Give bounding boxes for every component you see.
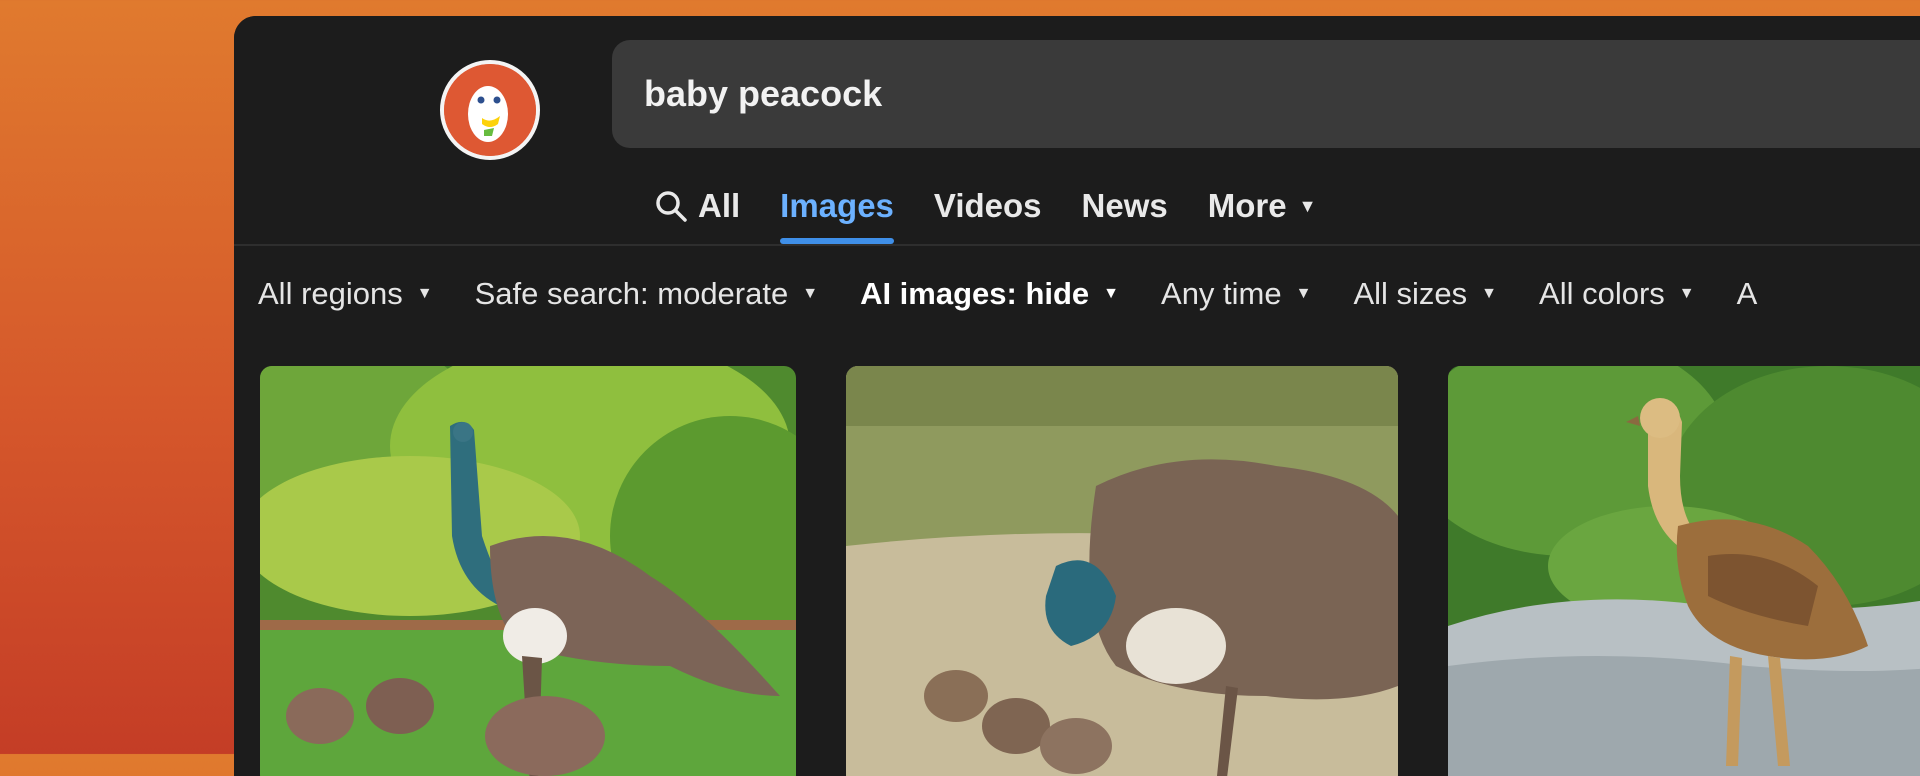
filter-label: Safe search: moderate xyxy=(474,276,789,311)
filter-label: All regions xyxy=(258,276,403,311)
filter-label: AI images: hide xyxy=(860,276,1090,311)
filter-bar: All regions ▼ Safe search: moderate ▼ AI… xyxy=(258,276,1799,312)
filter-region[interactable]: All regions ▼ xyxy=(258,276,433,312)
filter-safe-search[interactable]: Safe search: moderate ▼ xyxy=(475,276,818,312)
tab-all[interactable]: All xyxy=(642,178,760,234)
search-input[interactable] xyxy=(644,64,1920,124)
tab-news[interactable]: News xyxy=(1062,178,1188,234)
caret-down-icon: ▼ xyxy=(1678,285,1695,302)
filter-color[interactable]: All colors ▼ xyxy=(1539,276,1695,312)
caret-down-icon: ▼ xyxy=(1298,195,1317,216)
filter-label: Any time xyxy=(1161,276,1282,311)
tab-label: News xyxy=(1081,187,1168,224)
image-result-3[interactable] xyxy=(1448,366,1920,776)
tab-videos[interactable]: Videos xyxy=(914,178,1062,234)
header: All Images Videos News More ▼ xyxy=(234,16,1920,246)
caret-down-icon: ▼ xyxy=(802,285,819,302)
duckduckgo-logo[interactable] xyxy=(440,60,540,160)
search-bar[interactable] xyxy=(612,40,1920,148)
peacock-chick-image xyxy=(1448,366,1920,776)
tab-label: Videos xyxy=(933,187,1042,224)
filter-size[interactable]: All sizes ▼ xyxy=(1353,276,1497,312)
caret-down-icon: ▼ xyxy=(1481,285,1498,302)
filter-label: All sizes xyxy=(1353,276,1468,311)
peahen-with-chicks-image xyxy=(260,366,796,776)
tab-label: All xyxy=(698,187,741,224)
filter-more[interactable]: A xyxy=(1737,276,1758,312)
caret-down-icon: ▼ xyxy=(416,285,433,302)
search-tabs: All Images Videos News More ▼ xyxy=(642,178,1336,244)
image-result-1[interactable] xyxy=(260,366,796,776)
caret-down-icon: ▼ xyxy=(1103,285,1120,302)
image-result-2[interactable] xyxy=(846,366,1398,776)
filter-label: A xyxy=(1736,276,1758,311)
header-divider xyxy=(234,244,1920,246)
tab-more[interactable]: More ▼ xyxy=(1188,178,1337,234)
filter-label: All colors xyxy=(1539,276,1665,311)
caret-down-icon: ▼ xyxy=(1295,285,1312,302)
tab-label: More xyxy=(1207,187,1287,224)
browser-window: All Images Videos News More ▼ All region… xyxy=(234,16,1920,776)
tab-label: Images xyxy=(780,187,894,224)
tab-images[interactable]: Images xyxy=(760,178,914,244)
peahen-feeding-image xyxy=(846,366,1398,776)
filter-time[interactable]: Any time ▼ xyxy=(1161,276,1311,312)
search-icon xyxy=(656,191,687,222)
filter-ai-images[interactable]: AI images: hide ▼ xyxy=(860,276,1119,312)
